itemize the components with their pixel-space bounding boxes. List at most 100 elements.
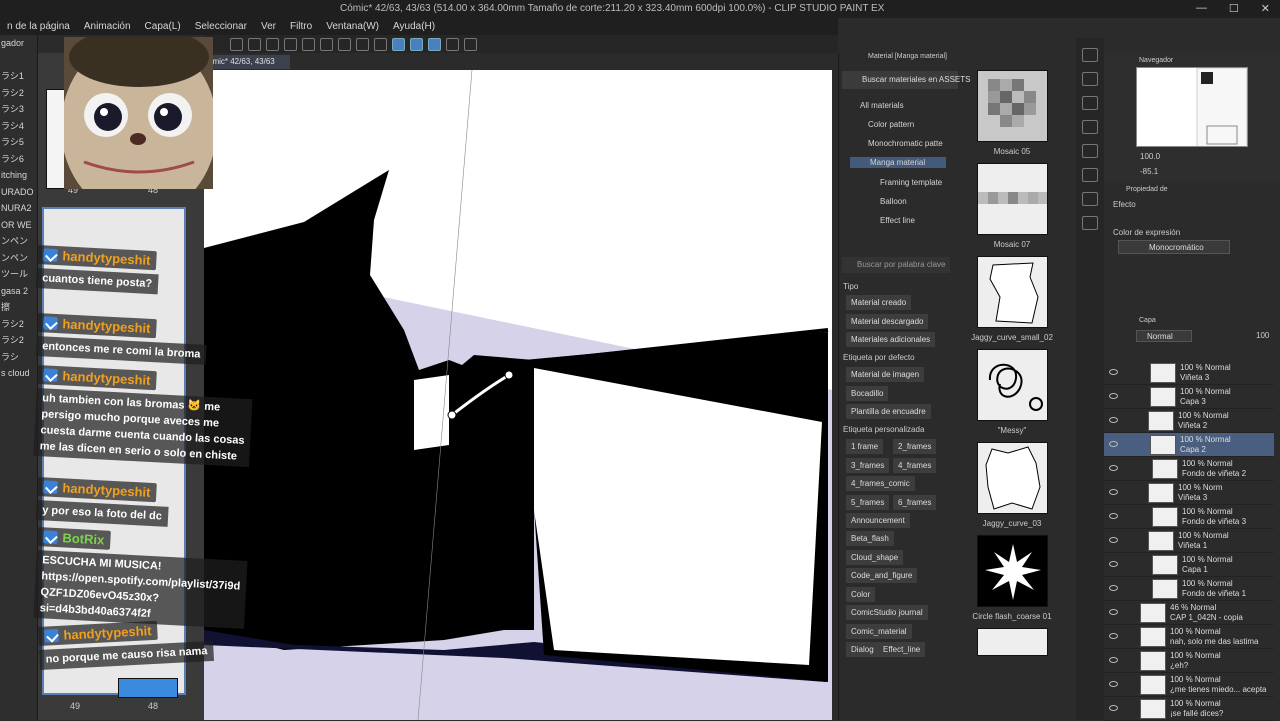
tag-custom[interactable]: Color	[846, 587, 876, 602]
opacity-value[interactable]: 100	[1256, 331, 1269, 340]
drawing-canvas[interactable]	[204, 70, 832, 720]
panel-icon[interactable]	[1082, 144, 1098, 158]
eye-icon[interactable]	[1109, 417, 1118, 423]
tool-button[interactable]	[356, 37, 369, 51]
tag-custom[interactable]: Code_and_figure	[846, 568, 918, 583]
tool-button[interactable]	[338, 37, 351, 51]
layer-row[interactable]: 100 % Normal Viñeta 1	[1104, 529, 1274, 553]
tag-additional[interactable]: Materiales adicionales	[846, 332, 936, 347]
settings-icon[interactable]	[446, 37, 459, 51]
eye-icon[interactable]	[1109, 681, 1118, 687]
material-thumbnail[interactable]	[977, 349, 1048, 421]
tool-button[interactable]	[374, 37, 387, 51]
layer-row[interactable]: 100 % Normal ¿me tienes miedo... acepta	[1104, 673, 1274, 697]
ruler-icon[interactable]	[392, 37, 405, 51]
tag-frame-template[interactable]: Plantilla de encuadre	[846, 404, 931, 419]
layer-row[interactable]: 100 % Normal Viñeta 2	[1104, 409, 1274, 433]
material-thumbnail[interactable]	[977, 70, 1048, 142]
blend-mode-select[interactable]: Normal	[1136, 330, 1192, 342]
tree-item-all-materials[interactable]: All materials	[860, 101, 904, 110]
layer-row[interactable]: 100 % Normal nah, solo me das lastima	[1104, 625, 1274, 649]
tree-item-color-pattern[interactable]: Color pattern	[868, 120, 914, 129]
sub-tool-item[interactable]: ツール	[0, 266, 37, 283]
tag-custom[interactable]: Beta_flash	[846, 531, 894, 546]
menu-layer[interactable]: Capa(L)	[138, 21, 188, 32]
eye-icon[interactable]	[1109, 513, 1118, 519]
eye-icon[interactable]	[1109, 489, 1118, 495]
sub-tool-item[interactable]: NURA2	[0, 200, 37, 217]
eye-icon[interactable]	[1109, 537, 1118, 543]
sub-tool-item[interactable]: 擦	[0, 299, 37, 316]
tag-custom[interactable]: Comic_material	[846, 624, 912, 639]
menu-help[interactable]: Ayuda(H)	[386, 21, 442, 32]
layer-row[interactable]: 100 % Normal ¡se fallé dices?	[1104, 697, 1274, 721]
material-thumbnail[interactable]	[977, 256, 1048, 328]
layer-row[interactable]: 100 % Normal Capa 3	[1104, 385, 1274, 409]
sub-tool-item[interactable]: ラシ1	[0, 68, 37, 85]
tag-created[interactable]: Material creado	[846, 295, 912, 310]
tree-item-framing-template[interactable]: Framing template	[880, 178, 942, 187]
panel-icon[interactable]	[1082, 72, 1098, 86]
eye-icon[interactable]	[1109, 705, 1118, 711]
sub-tool-item[interactable]: ラシ5	[0, 134, 37, 151]
layer-row[interactable]: 100 % Normal Capa 2	[1104, 433, 1274, 457]
tag-custom[interactable]: Announcement	[846, 513, 910, 528]
tree-item-manga-material[interactable]: Manga material	[850, 157, 946, 168]
tool-button[interactable]	[302, 37, 315, 51]
sub-tool-item[interactable]: itching	[0, 167, 37, 184]
panel-icon[interactable]	[1082, 168, 1098, 182]
menu-filter[interactable]: Filtro	[283, 21, 319, 32]
keyword-search-input[interactable]: Buscar por palabra clave	[842, 257, 950, 273]
layer-row[interactable]: 100 % Normal Fondo de viñeta 1	[1104, 577, 1274, 601]
tag-custom[interactable]: 4_frames	[893, 458, 937, 473]
panel-icon[interactable]	[1082, 192, 1098, 206]
zoom-value[interactable]: 100.0	[1140, 152, 1160, 161]
assets-search-button[interactable]: Buscar materiales en ASSETS	[842, 71, 971, 89]
snap-icon[interactable]	[410, 37, 423, 51]
layer-row[interactable]: 100 % Normal ¿eh?	[1104, 649, 1274, 673]
tag-custom[interactable]: Effect_line	[878, 642, 926, 657]
layer-row[interactable]: 100 % Normal Viñeta 3	[1104, 361, 1274, 385]
document-tab[interactable]: ómic* 42/63, 43/63	[204, 55, 290, 69]
menu-window[interactable]: Ventana(W)	[319, 21, 386, 32]
navigator-preview[interactable]	[1136, 67, 1248, 147]
tag-custom[interactable]: 4_frames_comic	[846, 476, 915, 491]
material-thumbnail[interactable]	[977, 535, 1048, 607]
tag-custom[interactable]: 6_frames	[893, 495, 937, 510]
eye-icon[interactable]	[1109, 633, 1118, 639]
menu-page[interactable]: n de la página	[0, 21, 77, 32]
tag-custom[interactable]: 5_frames	[846, 495, 890, 510]
sub-tool-item[interactable]: ラシ2	[0, 85, 37, 102]
tool-button[interactable]	[266, 37, 279, 51]
eye-icon[interactable]	[1109, 585, 1118, 591]
material-thumbnail[interactable]	[977, 442, 1048, 514]
material-thumbnail[interactable]	[977, 163, 1048, 235]
sub-tool-item[interactable]: ラシ6	[0, 151, 37, 168]
layer-row[interactable]: 100 % Normal Capa 1	[1104, 553, 1274, 577]
sub-tool-item[interactable]: ラシ	[0, 349, 37, 366]
eye-icon[interactable]	[1109, 369, 1118, 375]
sub-tool-item[interactable]: ラシ4	[0, 118, 37, 135]
snap-grid-icon[interactable]	[428, 37, 441, 51]
tree-item-monochromatic[interactable]: Monochromatic patte	[868, 139, 943, 148]
panel-icon[interactable]	[1082, 48, 1098, 62]
menu-animation[interactable]: Animación	[77, 21, 138, 32]
panel-icon[interactable]	[1082, 216, 1098, 230]
tag-custom[interactable]: ComicStudio journal	[846, 605, 928, 620]
tag-custom[interactable]: 3_frames	[846, 458, 890, 473]
tool-button[interactable]	[320, 37, 333, 51]
tag-custom[interactable]: Cloud_shape	[846, 550, 904, 565]
close-button[interactable]: ✕	[1261, 2, 1270, 15]
layer-row[interactable]: 100 % Norm Viñeta 3	[1104, 481, 1274, 505]
tag-downloaded[interactable]: Material descargado	[846, 314, 929, 329]
eye-icon[interactable]	[1109, 465, 1118, 471]
tool-button[interactable]	[284, 37, 297, 51]
sub-tool-item[interactable]: ンペン	[0, 233, 37, 250]
tree-item-balloon[interactable]: Balloon	[880, 197, 907, 206]
eye-icon[interactable]	[1109, 441, 1118, 447]
layer-row[interactable]: 100 % Normal Fondo de viñeta 3	[1104, 505, 1274, 529]
rotation-value[interactable]: -85.1	[1140, 167, 1158, 176]
tag-custom[interactable]: 1 frame	[846, 439, 884, 454]
sub-tool-item[interactable]: ラシ2	[0, 332, 37, 349]
tag-balloon[interactable]: Bocadillo	[846, 386, 889, 401]
